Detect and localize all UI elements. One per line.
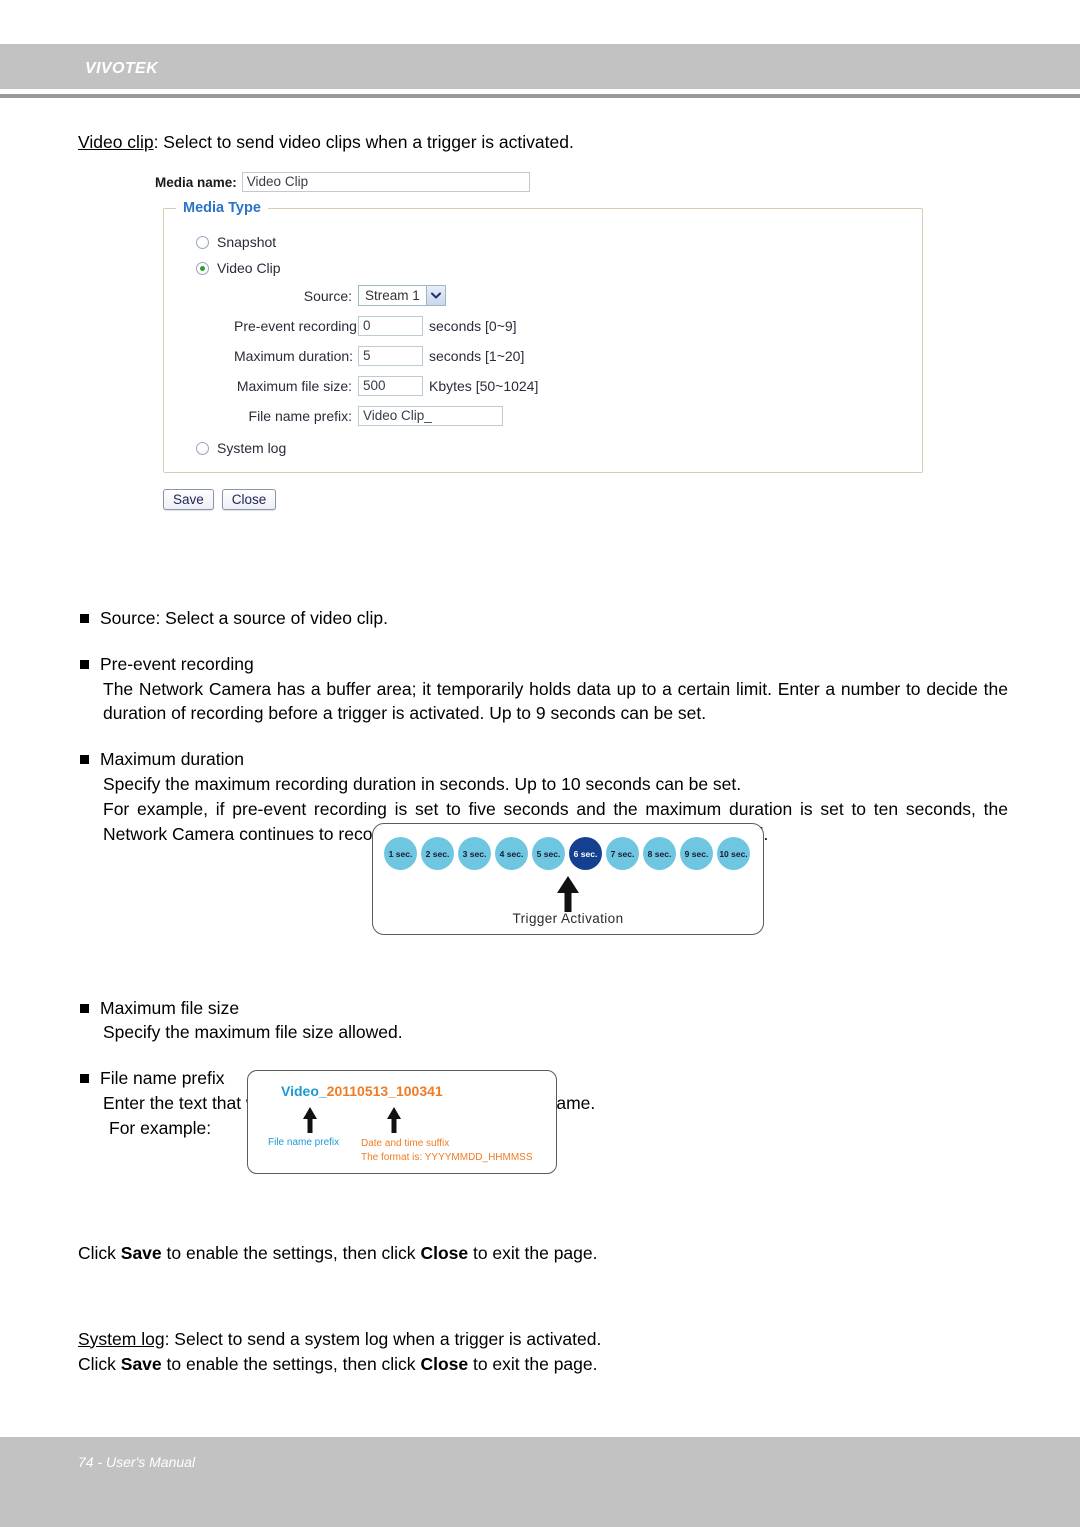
bullet-source: Source: Select a source of video clip.: [78, 606, 1008, 631]
file-name-prefix-row: File name prefix:: [234, 406, 910, 426]
file-name-prefix-input[interactable]: [358, 406, 503, 426]
timeline-seconds-list: 1 sec. 2 sec. 3 sec. 4 sec. 5 sec. 6 sec. 7 se…: [384, 837, 750, 870]
vivotek-logo: VIVOTEK: [85, 60, 159, 77]
file-name-example-prefix: Video_: [281, 1083, 327, 1099]
timeline-second-circle: 1 sec.: [384, 837, 417, 870]
date-time-suffix-line2: The format is: YYYYMMDD_HHMMSS: [361, 1151, 533, 1163]
page-header-band: [0, 44, 1080, 89]
syslog-text-c: to exit the page.: [468, 1353, 598, 1374]
timeline-second-circle: 10 sec.: [717, 837, 750, 870]
system-log-rest: : Select to send a system log when a tri…: [164, 1328, 602, 1349]
chevron-down-icon[interactable]: [425, 286, 445, 305]
closing-text-a: Click: [78, 1242, 121, 1263]
timeline-second-circle: 5 sec.: [532, 837, 565, 870]
file-name-example-figure: Video_20110513_100341 File name prefix D…: [247, 1070, 557, 1174]
timeline-second-circle: 2 sec.: [421, 837, 454, 870]
footer-page-label: 74 - User's Manual: [78, 1454, 196, 1470]
media-name-input[interactable]: [241, 172, 530, 192]
radio-system-log-icon[interactable]: [196, 441, 209, 455]
closing-close-word: Close: [420, 1242, 469, 1263]
bullet-maximum-duration-body1: Specify the maximum recording duration i…: [103, 774, 742, 795]
trigger-timeline-figure: 1 sec. 2 sec. 3 sec. 4 sec. 5 sec. 6 sec. 7 se…: [372, 823, 764, 935]
date-time-suffix-line1: Date and time suffix: [361, 1138, 450, 1149]
suffix-arrow-up-icon: [386, 1107, 402, 1138]
closing-text-b: to enable the settings, then click: [161, 1242, 421, 1263]
closing-text-c: to exit the page.: [468, 1242, 598, 1263]
media-name-label: Media name:: [155, 174, 237, 190]
video-clip-subfields: Source: Stream 1 Pre-event recording: se…: [234, 285, 910, 426]
pre-event-recording-label: Pre-event recording:: [234, 318, 361, 334]
bullet-maximum-file-size-head: Maximum file size: [100, 997, 240, 1018]
intro-term: Video clip: [78, 132, 154, 152]
timeline-second-circle: 6 sec.: [569, 837, 602, 870]
radio-snapshot-label: Snapshot: [217, 234, 277, 250]
file-name-example-suffix: 20110513_100341: [326, 1083, 443, 1099]
radio-video-clip-label: Video Clip: [217, 260, 281, 276]
file-name-prefix-label: File name prefix:: [248, 408, 352, 424]
timeline-second-circle: 4 sec.: [495, 837, 528, 870]
bullet-maximum-file-size-body: Specify the maximum file size allowed.: [103, 1022, 403, 1043]
maximum-duration-unit: seconds [1~20]: [429, 348, 525, 364]
intro-rest: : Select to send video clips when a trig…: [153, 132, 574, 152]
prefix-arrow-up-icon: [302, 1107, 318, 1138]
source-select[interactable]: Stream 1: [358, 285, 446, 306]
syslog-text-b: to enable the settings, then click: [161, 1353, 421, 1374]
pre-event-recording-row: Pre-event recording: seconds [0~9]: [234, 316, 910, 336]
bullet-pre-event-body: The Network Camera has a buffer area; it…: [103, 678, 1008, 724]
closing-save-word: Save: [120, 1242, 162, 1263]
trigger-activation-caption: Trigger Activation: [512, 911, 624, 926]
closing-click-save-paragraph: Click Save to enable the settings, then …: [78, 1241, 1008, 1266]
file-name-example-string: Video_20110513_100341: [281, 1083, 443, 1099]
maximum-file-size-input[interactable]: [358, 376, 423, 396]
maximum-file-size-unit: Kbytes [50~1024]: [429, 378, 539, 394]
timeline-second-circle: 9 sec.: [680, 837, 713, 870]
file-name-prefix-annotation: File name prefix: [268, 1137, 340, 1148]
timeline-second-circle: 3 sec.: [458, 837, 491, 870]
syslog-save-word: Save: [120, 1353, 162, 1374]
system-log-paragraph: System log: Select to send a system log …: [78, 1327, 1008, 1352]
radio-option-video-clip[interactable]: Video Clip: [196, 260, 910, 276]
media-type-legend: Media Type: [183, 200, 261, 216]
maximum-file-size-label: Maximum file size:: [236, 378, 352, 394]
syslog-text-a: Click: [78, 1353, 121, 1374]
page-footer-band: [0, 1437, 1080, 1527]
radio-option-snapshot[interactable]: Snapshot: [196, 234, 910, 250]
radio-video-clip-icon[interactable]: [196, 261, 209, 275]
radio-option-system-log[interactable]: System log: [196, 440, 910, 456]
maximum-duration-label: Maximum duration:: [234, 348, 354, 364]
source-row: Source: Stream 1: [234, 285, 910, 306]
timeline-second-circle: 7 sec.: [606, 837, 639, 870]
date-time-suffix-annotation: Date and time suffix The format is: YYYY…: [361, 1137, 533, 1164]
bullet-source-head: Source: Select a source of video clip.: [100, 607, 388, 628]
media-name-row: Media name:: [155, 172, 955, 192]
save-button[interactable]: Save: [163, 489, 214, 510]
system-log-click-save-paragraph: Click Save to enable the settings, then …: [78, 1352, 1008, 1377]
form-button-row: Save Close: [163, 489, 955, 510]
timeline-second-circle: 8 sec.: [643, 837, 676, 870]
media-type-fieldset: Media Type Snapshot Video Clip Source: S…: [163, 200, 923, 473]
source-select-value: Stream 1: [365, 288, 420, 303]
bullet-maximum-file-size: Maximum file size Specify the maximum fi…: [78, 996, 1008, 1046]
radio-snapshot-icon[interactable]: [196, 235, 209, 249]
bullet-pre-event-recording: Pre-event recording The Network Camera h…: [78, 652, 1008, 727]
maximum-duration-row: Maximum duration: seconds [1~20]: [234, 346, 910, 366]
bullet-pre-event-head: Pre-event recording: [100, 653, 254, 674]
header-divider: [0, 94, 1080, 98]
bullet-maximum-duration-head: Maximum duration: [100, 749, 244, 770]
close-button[interactable]: Close: [221, 489, 277, 510]
pre-event-recording-unit: seconds [0~9]: [429, 318, 517, 334]
system-log-term: System log: [78, 1328, 165, 1349]
maximum-duration-input[interactable]: [358, 346, 423, 366]
radio-system-log-label: System log: [217, 440, 287, 456]
maximum-file-size-row: Maximum file size: Kbytes [50~1024]: [234, 376, 910, 396]
source-label: Source:: [303, 287, 352, 304]
syslog-close-word: Close: [420, 1353, 469, 1374]
media-settings-form: Media name: Media Type Snapshot Video Cl…: [155, 172, 955, 510]
pre-event-recording-input[interactable]: [358, 316, 423, 336]
intro-paragraph: Video clip: Select to send video clips w…: [78, 130, 1008, 155]
